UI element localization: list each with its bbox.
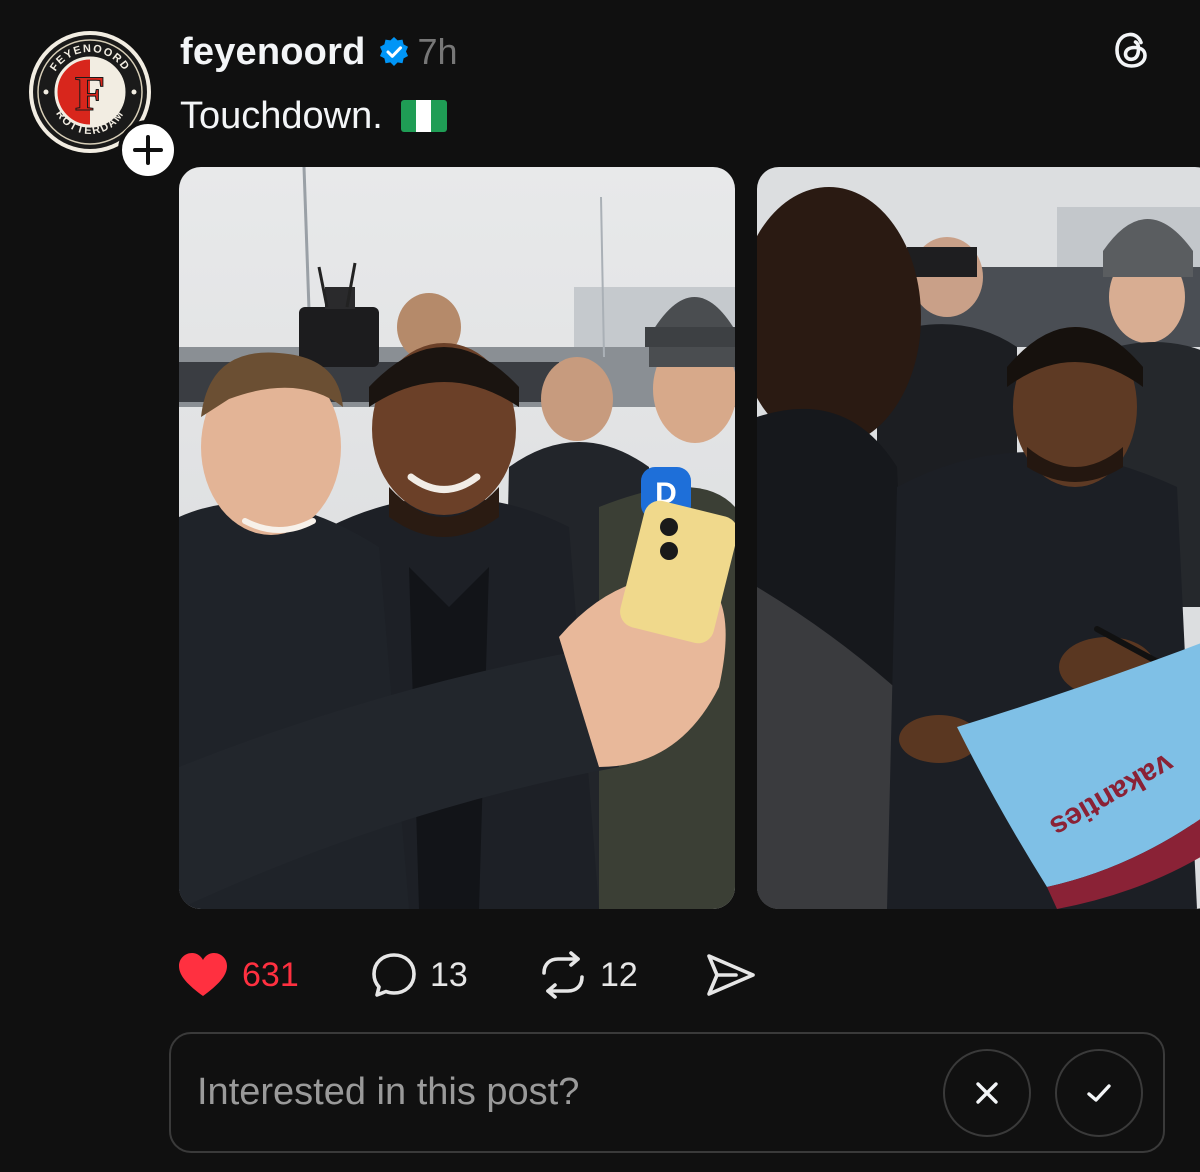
threads-post: FEYENOORD ROTTERDAM F feyenoord 7h Touch… <box>0 0 1200 1172</box>
avatar[interactable]: FEYENOORD ROTTERDAM F <box>28 30 178 180</box>
post-time: 7h <box>417 31 458 72</box>
threads-icon <box>1115 32 1147 68</box>
nigeria-flag-icon <box>400 100 447 132</box>
post-actions: 631 13 12 <box>178 945 756 1005</box>
interest-prompt: Interested in this post? <box>169 1032 1165 1153</box>
post-image-selfie[interactable]: D <box>179 167 735 909</box>
not-interested-button[interactable] <box>943 1048 1031 1137</box>
threads-logo-button[interactable] <box>1110 28 1154 72</box>
repost-icon <box>542 951 584 999</box>
like-button[interactable]: 631 <box>178 952 358 998</box>
reply-button[interactable]: 13 <box>370 951 538 999</box>
post-image-signing[interactable]: vakanties <box>757 167 1200 909</box>
share-button[interactable] <box>706 952 756 998</box>
plus-icon <box>118 120 178 180</box>
username-link[interactable]: feyenoord <box>180 31 366 74</box>
comment-icon <box>372 953 416 997</box>
follow-button[interactable] <box>108 110 188 190</box>
selfie-photo: D <box>179 167 735 909</box>
interest-prompt-text: Interested in this post? <box>197 1071 580 1113</box>
post-caption: Touchdown. <box>180 92 447 140</box>
close-icon <box>976 1081 998 1104</box>
send-icon <box>707 954 755 996</box>
repost-count: 12 <box>600 955 638 994</box>
repost-button[interactable]: 12 <box>538 951 706 999</box>
caption-text: Touchdown. <box>180 94 383 137</box>
signing-photo: vakanties <box>757 167 1200 909</box>
check-icon <box>1087 1083 1111 1102</box>
heart-icon <box>179 953 227 996</box>
verified-badge-icon <box>379 37 408 66</box>
interested-button[interactable] <box>1055 1048 1143 1137</box>
logo-letter: F <box>75 65 106 121</box>
reply-count: 13 <box>430 955 468 994</box>
like-count: 631 <box>242 955 299 994</box>
post-header: feyenoord 7h <box>180 28 458 76</box>
